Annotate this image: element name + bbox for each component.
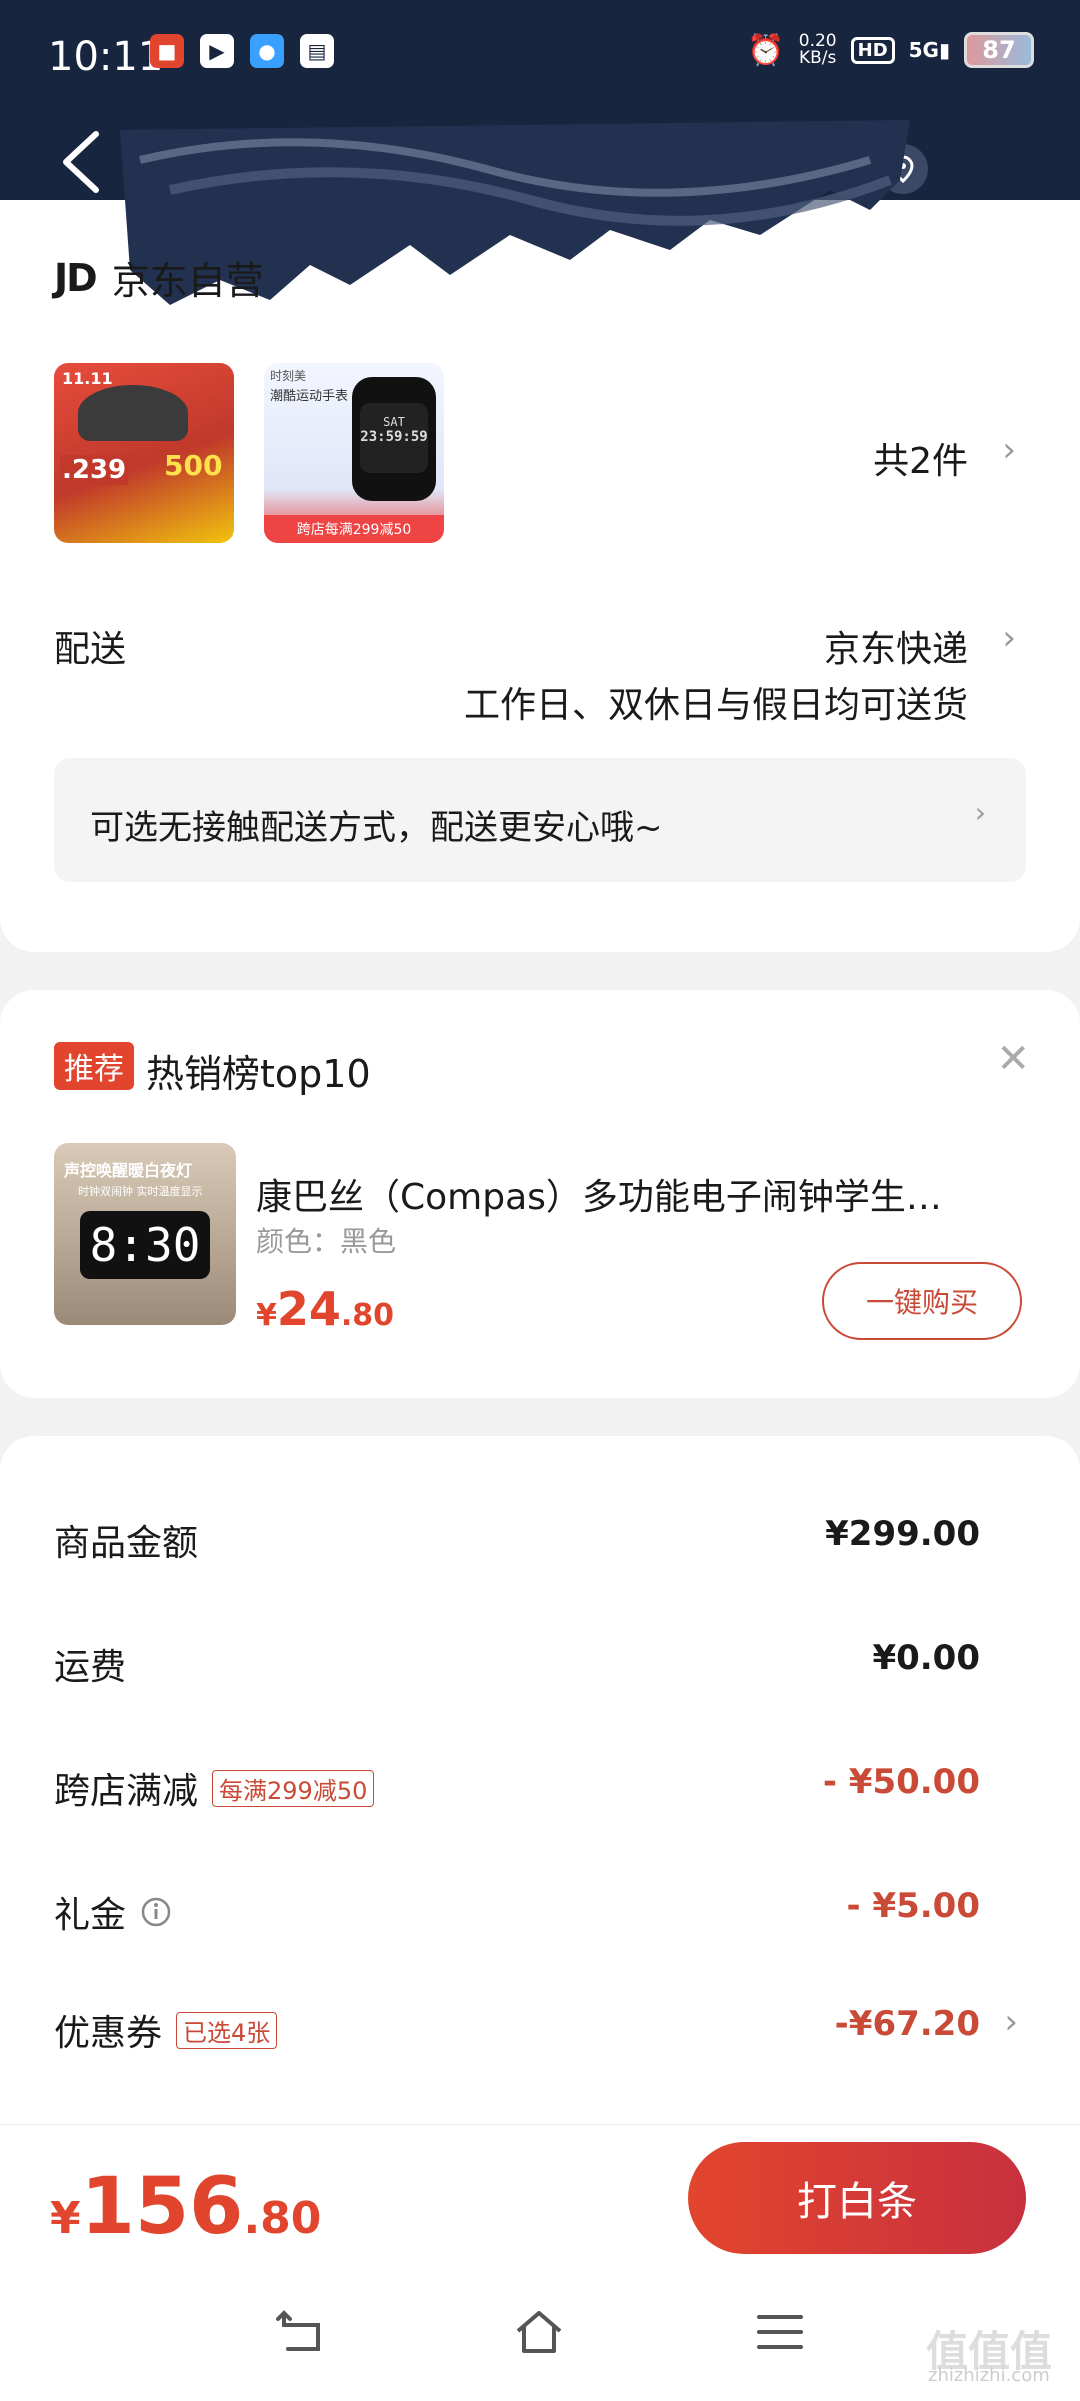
total-price: ¥156.80 [50,2162,321,2252]
coupon-tag: 已选4张 [176,2011,278,2049]
status-right-icons: ⏰ 0.20 KB/s HD 5G▮ 87 [747,32,1034,68]
qq-icon: ● [250,34,284,68]
total-integer: 156 [80,2162,244,2252]
signal-label: 5G [908,38,939,62]
contactless-text: 可选无接触配送方式，配送更安心哦~ [90,808,663,848]
location-pin-icon[interactable] [878,144,928,194]
price-decimal: .80 [340,1298,395,1333]
app-notification-icon: ■ [150,34,184,68]
info-icon[interactable] [140,1896,172,1928]
thumb2-brand: 时刻美 [270,369,307,383]
recommend-badge: 推荐 [54,1042,134,1090]
chevron-left-icon[interactable] [58,130,102,194]
watch-day: SAT [383,415,405,429]
status-time: 10:11 [48,34,164,80]
alarm-clock-product-image[interactable]: 声控唤醒暖白夜灯 时钟双闹钟 实时温度显示 8:30 [54,1143,236,1325]
thumb-promo: 500 [164,449,223,482]
recommend-product-name[interactable]: 康巴丝（Compas）多功能电子闹钟学生… [256,1168,996,1220]
clock-display: 8:30 [80,1211,210,1279]
rec-image-sub: 时钟双闹钟 实时温度显示 [78,1185,203,1198]
jd-logo: JD [54,255,98,300]
thumb-badge: 11.11 [62,369,113,388]
battery-icon: 87 [964,32,1034,68]
shipping-value: ¥0.00 [872,1638,980,1678]
net-speed: 0.20 KB/s [799,33,837,67]
total-symbol: ¥ [50,2193,81,2244]
coupon-value[interactable]: -¥67.20 [835,2004,980,2044]
chevron-right-icon: › [974,796,986,829]
product-thumbnail-rice-cooker[interactable]: 11.11 .239 500 [54,363,234,543]
delivery-schedule: 工作日、双休日与假日均可送货 [463,685,968,726]
rice-cooker-shape [78,385,188,441]
rec-image-caption: 声控唤醒暖白夜灯 [64,1161,193,1180]
thumb-price: .239 [60,455,129,485]
summary-label: 礼金 [54,1895,127,1936]
net-speed-unit: KB/s [798,48,837,68]
product-thumbnail-watch[interactable]: 时刻美 潮酷运动手表 SAT 23:59:59 跨店每满299减50 [264,363,444,543]
store-row: JD 京东自营 [54,250,264,305]
chevron-right-icon[interactable]: › [1002,430,1016,470]
status-notification-icons: ■ ▶ ● ▤ [150,34,334,68]
delivery-method[interactable]: 京东快递 [824,620,968,672]
gift-money-label: 礼金 [54,1886,172,1938]
close-icon[interactable]: ✕ [996,1036,1030,1082]
price-integer: 24 [276,1282,341,1336]
cross-store-discount-value: - ¥50.00 [822,1762,980,1802]
summary-label: 优惠券 [54,2013,163,2054]
gift-money-value: - ¥5.00 [846,1886,981,1926]
thumb2-promo: 跨店每满299减50 [264,515,444,543]
subtotal-label: 商品金额 [54,1514,198,1566]
back-nav-icon[interactable] [274,2305,328,2359]
recommend-title: 热销榜top10 [146,1052,371,1096]
watch-body: SAT 23:59:59 [352,377,436,501]
home-nav-icon[interactable] [512,2305,566,2359]
baitiao-pay-button[interactable]: 打白条 [688,2142,1026,2254]
coupon-label[interactable]: 优惠券 已选4张 [54,2004,278,2056]
calendar-icon: ▤ [300,34,334,68]
price-symbol: ¥ [256,1298,277,1333]
store-name: 京东自营 [111,259,264,303]
watch-time: 23:59:59 [360,429,428,445]
hd-icon: HD [850,36,895,64]
signal-5g-icon: 5G▮ [908,38,950,62]
video-app-icon: ▶ [200,34,234,68]
recommend-price: ¥24.80 [256,1282,394,1336]
chevron-right-icon[interactable]: › [1004,2002,1018,2042]
delivery-label: 配送 [54,629,127,670]
thumb2-title: 潮酷运动手表 [270,389,349,404]
item-count[interactable]: 共2件 [873,432,968,484]
summary-label: 运费 [54,1647,127,1688]
recommend-product-spec: 颜色：黑色 [256,1225,397,1258]
alarm-icon: ⏰ [747,32,785,68]
menu-nav-icon[interactable] [753,2305,807,2359]
chevron-right-icon[interactable]: › [1002,618,1016,658]
summary-label: 跨店满减 [54,1771,199,1812]
total-decimal: .80 [243,2193,322,2244]
cross-store-discount-label: 跨店满减 每满299减50 [54,1762,375,1814]
watch-display: SAT 23:59:59 [360,403,428,473]
discount-tag: 每满299减50 [212,1769,375,1807]
subtotal-value: ¥299.00 [825,1514,980,1554]
shipping-label: 运费 [54,1638,126,1690]
contactless-delivery-banner[interactable]: 可选无接触配送方式，配送更安心哦~ › [54,758,1026,882]
summary-label: 商品金额 [54,1523,199,1564]
watermark-url: zhizhizhi.com [928,2365,1050,2386]
item-count-label: 共2件 [873,441,968,482]
one-click-buy-button[interactable]: 一键购买 [822,1262,1022,1340]
